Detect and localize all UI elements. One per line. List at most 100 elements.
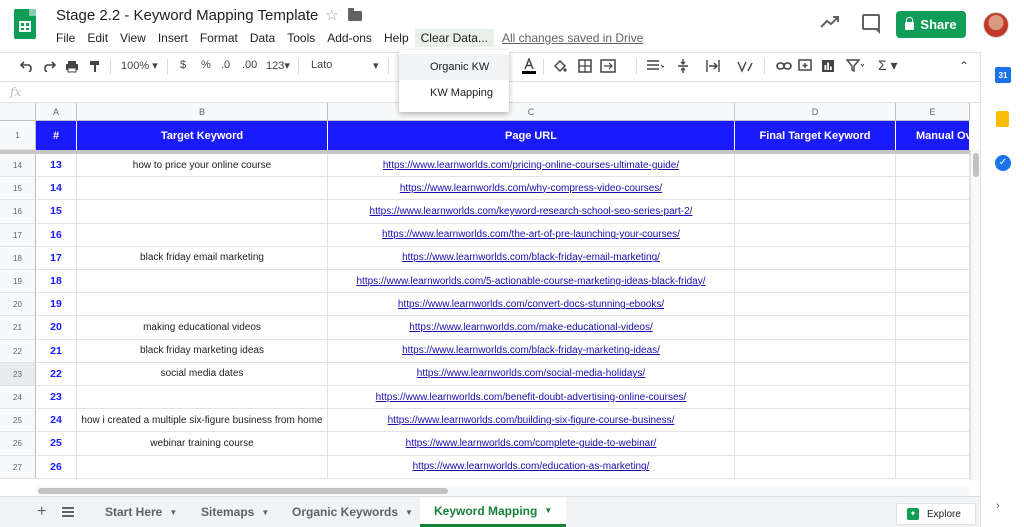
- rotate-icon[interactable]: [736, 59, 756, 73]
- cell-target-keyword[interactable]: [77, 200, 328, 224]
- cell-final-target-keyword[interactable]: [735, 386, 896, 410]
- cell-page-url[interactable]: https://www.learnworlds.com/education-as…: [328, 455, 735, 479]
- cell-final-target-keyword[interactable]: [735, 339, 896, 363]
- cell-number[interactable]: 23: [36, 386, 77, 410]
- fill-color-icon[interactable]: [553, 59, 567, 73]
- cell-target-keyword[interactable]: [77, 223, 328, 247]
- header-cell-page-url[interactable]: Page URL: [328, 121, 735, 150]
- chevron-down-icon[interactable]: ▼: [169, 508, 177, 517]
- cell-page-url[interactable]: https://www.learnworlds.com/building-six…: [328, 409, 735, 433]
- vertical-scrollbar[interactable]: [970, 150, 980, 480]
- row-header[interactable]: 19: [0, 270, 36, 294]
- cell-manual-override[interactable]: [896, 432, 970, 456]
- cell-target-keyword[interactable]: black friday marketing ideas: [77, 339, 328, 363]
- cell-manual-override[interactable]: [896, 293, 970, 317]
- sheet-tab-organic-keywords[interactable]: Organic Keywords ▼: [278, 497, 427, 527]
- cell-manual-override[interactable]: [896, 362, 970, 386]
- row-header[interactable]: 21: [0, 316, 36, 340]
- cell-final-target-keyword[interactable]: [735, 200, 896, 224]
- cell-manual-override[interactable]: [896, 316, 970, 340]
- menu-addons[interactable]: Add-ons: [321, 29, 378, 47]
- menu-data[interactable]: Data: [244, 29, 281, 47]
- calendar-icon[interactable]: 31: [995, 67, 1011, 83]
- cell-manual-override[interactable]: [896, 339, 970, 363]
- row-header[interactable]: 17: [0, 223, 36, 247]
- cell-manual-override[interactable]: [896, 223, 970, 247]
- horizontal-scroll-thumb[interactable]: [38, 488, 448, 494]
- chevron-down-icon[interactable]: ▼: [261, 508, 269, 517]
- cell-number[interactable]: 25: [36, 432, 77, 456]
- activity-trend-icon[interactable]: [820, 14, 840, 30]
- cell-target-keyword[interactable]: making educational videos: [77, 316, 328, 340]
- cell-manual-override[interactable]: [896, 409, 970, 433]
- cell-target-keyword[interactable]: [77, 386, 328, 410]
- sheet-tab-keyword-mapping[interactable]: Keyword Mapping ▼: [420, 497, 567, 527]
- column-header-b[interactable]: B: [77, 103, 328, 121]
- column-header-e[interactable]: E: [896, 103, 970, 121]
- cell-final-target-keyword[interactable]: [735, 316, 896, 340]
- cell-number[interactable]: 22: [36, 362, 77, 386]
- print-icon[interactable]: [65, 60, 79, 73]
- row-header[interactable]: 16: [0, 200, 36, 224]
- cell-page-url[interactable]: https://www.learnworlds.com/convert-docs…: [328, 293, 735, 317]
- cell-target-keyword[interactable]: webinar training course: [77, 432, 328, 456]
- header-cell-final-target-keyword[interactable]: Final Target Keyword: [735, 121, 896, 150]
- undo-icon[interactable]: [20, 60, 34, 72]
- chevron-down-icon[interactable]: ▼: [405, 508, 413, 517]
- cell-final-target-keyword[interactable]: [735, 223, 896, 247]
- document-title[interactable]: Stage 2.2 - Keyword Mapping Template: [56, 7, 318, 24]
- menu-format[interactable]: Format: [194, 29, 244, 47]
- increase-decimal-button[interactable]: .00: [242, 59, 257, 71]
- percent-button[interactable]: %: [201, 59, 211, 71]
- row-header[interactable]: 26: [0, 432, 36, 456]
- star-icon[interactable]: ☆: [325, 6, 338, 24]
- sheets-logo-icon[interactable]: [14, 9, 36, 39]
- wrap-icon[interactable]: [706, 59, 726, 73]
- cell-final-target-keyword[interactable]: [735, 455, 896, 479]
- row-header[interactable]: 25: [0, 409, 36, 433]
- cell-number[interactable]: 13: [36, 154, 77, 178]
- cell-number[interactable]: 24: [36, 409, 77, 433]
- collapse-toolbar-icon[interactable]: ⌃: [959, 59, 969, 73]
- cell-final-target-keyword[interactable]: [735, 362, 896, 386]
- cell-target-keyword[interactable]: [77, 177, 328, 201]
- menu-edit[interactable]: Edit: [81, 29, 114, 47]
- cell-number[interactable]: 20: [36, 316, 77, 340]
- row-header[interactable]: 15: [0, 177, 36, 201]
- menu-tools[interactable]: Tools: [281, 29, 321, 47]
- expand-side-panel-icon[interactable]: ›: [996, 500, 1000, 512]
- cell-number[interactable]: 19: [36, 293, 77, 317]
- valign-icon[interactable]: [677, 58, 695, 74]
- insert-comment-icon[interactable]: [798, 59, 812, 73]
- menu-view[interactable]: View: [114, 29, 152, 47]
- tasks-icon[interactable]: ✓: [995, 155, 1011, 171]
- row-header[interactable]: 22: [0, 339, 36, 363]
- save-status-link[interactable]: All changes saved in Drive: [502, 31, 643, 45]
- cell-final-target-keyword[interactable]: [735, 409, 896, 433]
- column-header-c[interactable]: C: [328, 103, 735, 121]
- cell-number[interactable]: 18: [36, 270, 77, 294]
- redo-icon[interactable]: [42, 60, 56, 72]
- cell-page-url[interactable]: https://www.learnworlds.com/keyword-rese…: [328, 200, 735, 224]
- user-avatar[interactable]: [983, 12, 1009, 38]
- menu-file[interactable]: File: [50, 29, 81, 47]
- sheet-tab-sitemaps[interactable]: Sitemaps ▼: [187, 497, 283, 527]
- cell-page-url[interactable]: https://www.learnworlds.com/the-art-of-p…: [328, 223, 735, 247]
- header-cell-target-keyword[interactable]: Target Keyword: [77, 121, 328, 150]
- chart-icon[interactable]: [821, 59, 835, 73]
- cell-page-url[interactable]: https://www.learnworlds.com/why-compress…: [328, 177, 735, 201]
- borders-icon[interactable]: [578, 59, 592, 73]
- dropdown-item-kw-mapping[interactable]: KW Mapping: [399, 80, 509, 106]
- row-header[interactable]: 23: [0, 362, 36, 386]
- vertical-scroll-thumb[interactable]: [973, 153, 979, 177]
- cell-final-target-keyword[interactable]: [735, 432, 896, 456]
- chevron-down-icon[interactable]: ▼: [544, 506, 552, 515]
- cell-target-keyword[interactable]: [77, 455, 328, 479]
- sheet-tab-start-here[interactable]: Start Here ▼: [91, 497, 191, 527]
- row-header[interactable]: 18: [0, 246, 36, 270]
- zoom-select[interactable]: 100% ▾: [121, 59, 158, 72]
- cell-target-keyword[interactable]: social media dates: [77, 362, 328, 386]
- row-header[interactable]: 20: [0, 293, 36, 317]
- cell-number[interactable]: 17: [36, 246, 77, 270]
- cell-manual-override[interactable]: [896, 154, 970, 178]
